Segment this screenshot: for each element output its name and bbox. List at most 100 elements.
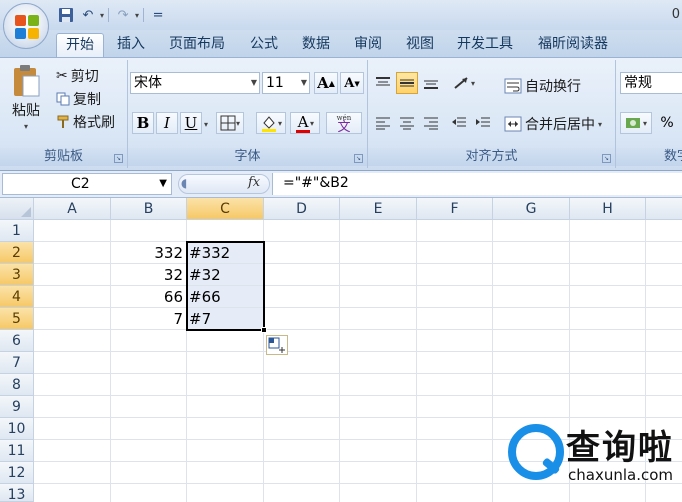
column-header-b[interactable]: B [111, 198, 187, 220]
format-painter-button[interactable]: 格式刷 [56, 112, 115, 132]
row-header-13[interactable]: 13 [0, 484, 34, 502]
column-header-a[interactable]: A [34, 198, 111, 220]
fill-color-button[interactable]: ▾ [256, 112, 286, 134]
undo-icon[interactable]: ↶ [78, 5, 98, 25]
column-header-c[interactable]: C [187, 198, 264, 220]
column-header-d[interactable]: D [264, 198, 340, 220]
font-name-dropdown-icon[interactable]: ▼ [251, 73, 257, 93]
decrease-indent-button[interactable] [448, 112, 470, 134]
tab-developer[interactable]: 开发工具 [450, 33, 520, 58]
quick-access-toolbar: ↶ ▾ ↷ ▾ = [56, 4, 168, 26]
phonetic-guide-button[interactable]: wén 文 [326, 112, 362, 134]
row-header-10[interactable]: 10 [0, 418, 34, 440]
resize-handle-icon[interactable]: ◖ [181, 176, 187, 190]
cell-b5[interactable]: 7 [111, 308, 186, 330]
cell-b4[interactable]: 66 [111, 286, 186, 308]
align-bottom-button[interactable] [420, 72, 442, 94]
font-size-dropdown-icon[interactable]: ▼ [301, 73, 307, 93]
row-header-2[interactable]: 2 [0, 242, 34, 264]
ribbon-tabs: 开始 插入 页面布局 公式 数据 审阅 视图 开发工具 福昕阅读器 [0, 30, 682, 58]
tab-data[interactable]: 数据 [294, 33, 338, 58]
row-header-5[interactable]: 5 [0, 308, 34, 330]
wrap-text-button[interactable]: 自动换行 [504, 76, 581, 96]
undo-dropdown-icon[interactable]: ▾ [100, 11, 104, 20]
italic-button[interactable]: I [156, 112, 178, 134]
tab-foxit-reader[interactable]: 福昕阅读器 [530, 33, 616, 58]
watermark-logo: 查询啦 chaxunla.com [502, 414, 682, 502]
align-left-button[interactable] [372, 112, 394, 134]
tab-view[interactable]: 视图 [398, 33, 442, 58]
row-header-4[interactable]: 4 [0, 286, 34, 308]
row-header-8[interactable]: 8 [0, 374, 34, 396]
clipboard-group: 粘贴 ▾ ✂ 剪切 复制 格式刷 剪贴板 ↘ [0, 60, 128, 168]
column-header-f[interactable]: F [417, 198, 493, 220]
tab-page-layout[interactable]: 页面布局 [162, 33, 232, 58]
formula-bar: C2 ▼ ◖ fx ="#"&B2 [0, 171, 682, 198]
align-right-icon [424, 117, 438, 130]
row-header-6[interactable]: 6 [0, 330, 34, 352]
column-header-h[interactable]: H [570, 198, 646, 220]
cut-button[interactable]: ✂ 剪切 [56, 66, 99, 86]
percent-button[interactable]: % [656, 112, 678, 134]
tab-review[interactable]: 审阅 [346, 33, 390, 58]
cell-b3[interactable]: 32 [111, 264, 186, 286]
paste-button[interactable]: 粘贴 ▾ [6, 64, 46, 138]
column-header-next[interactable] [646, 198, 682, 220]
column-header-e[interactable]: E [340, 198, 417, 220]
name-box[interactable]: C2 ▼ [2, 173, 172, 195]
align-center-button[interactable] [396, 112, 418, 134]
cell-c3[interactable]: #32 [188, 264, 263, 286]
borders-button[interactable]: ▾ [216, 112, 244, 134]
font-color-button[interactable]: A ▾ [290, 112, 320, 134]
row-header-1[interactable]: 1 [0, 220, 34, 242]
auto-fill-options-button[interactable] [266, 335, 288, 355]
font-launcher-icon[interactable]: ↘ [354, 154, 363, 163]
orientation-button[interactable]: ▾ [448, 72, 480, 94]
font-name-combo[interactable]: 宋体 ▼ [130, 72, 260, 94]
copy-icon [56, 92, 70, 106]
align-top-button[interactable] [372, 72, 394, 94]
redo-dropdown-icon[interactable]: ▾ [135, 11, 139, 20]
column-header-g[interactable]: G [493, 198, 570, 220]
tab-formulas[interactable]: 公式 [240, 33, 288, 58]
row-header-9[interactable]: 9 [0, 396, 34, 418]
customize-qat-icon[interactable]: = [148, 5, 168, 25]
cell-c4[interactable]: #66 [188, 286, 263, 308]
currency-button[interactable]: ▾ [620, 112, 652, 134]
row-header-7[interactable]: 7 [0, 352, 34, 374]
cell-c2[interactable]: #332 [188, 242, 263, 264]
align-middle-button[interactable] [396, 72, 418, 94]
row-header-12[interactable]: 12 [0, 462, 34, 484]
save-icon[interactable] [56, 5, 76, 25]
underline-button[interactable]: U [180, 112, 202, 134]
row-header-3[interactable]: 3 [0, 264, 34, 286]
fill-handle[interactable] [261, 327, 267, 333]
grow-font-button[interactable]: A ▲ [314, 72, 338, 94]
tab-home[interactable]: 开始 [56, 33, 104, 58]
increase-indent-button[interactable] [472, 112, 494, 134]
formula-input[interactable]: ="#"&B2 [272, 173, 682, 195]
office-button[interactable] [3, 3, 49, 49]
alignment-launcher-icon[interactable]: ↘ [602, 154, 611, 163]
bold-button[interactable]: B [132, 112, 154, 134]
copy-button[interactable]: 复制 [56, 89, 101, 109]
insert-function-button[interactable]: fx [248, 175, 260, 190]
redo-icon[interactable]: ↷ [113, 5, 133, 25]
name-box-dropdown-icon[interactable]: ▼ [159, 174, 167, 194]
border-icon [220, 115, 236, 131]
font-size-combo[interactable]: 11 ▼ [262, 72, 310, 94]
row-header-11[interactable]: 11 [0, 440, 34, 462]
cell-c5[interactable]: #7 [188, 308, 263, 330]
underline-dropdown-icon[interactable]: ▾ [204, 120, 208, 129]
clipboard-launcher-icon[interactable]: ↘ [114, 154, 123, 163]
shrink-font-button[interactable]: A ▼ [340, 72, 364, 94]
cell-b2[interactable]: 332 [111, 242, 186, 264]
font-group-label: 字体 [128, 148, 367, 166]
paste-dropdown-icon[interactable]: ▾ [24, 122, 28, 131]
tab-insert[interactable]: 插入 [110, 33, 152, 58]
select-all-button[interactable] [0, 198, 34, 220]
merge-center-button[interactable]: 合并后居中 ▾ [504, 114, 602, 134]
align-right-button[interactable] [420, 112, 442, 134]
clipboard-group-label: 剪贴板 [0, 148, 127, 166]
number-format-combo[interactable]: 常规 [620, 72, 682, 94]
